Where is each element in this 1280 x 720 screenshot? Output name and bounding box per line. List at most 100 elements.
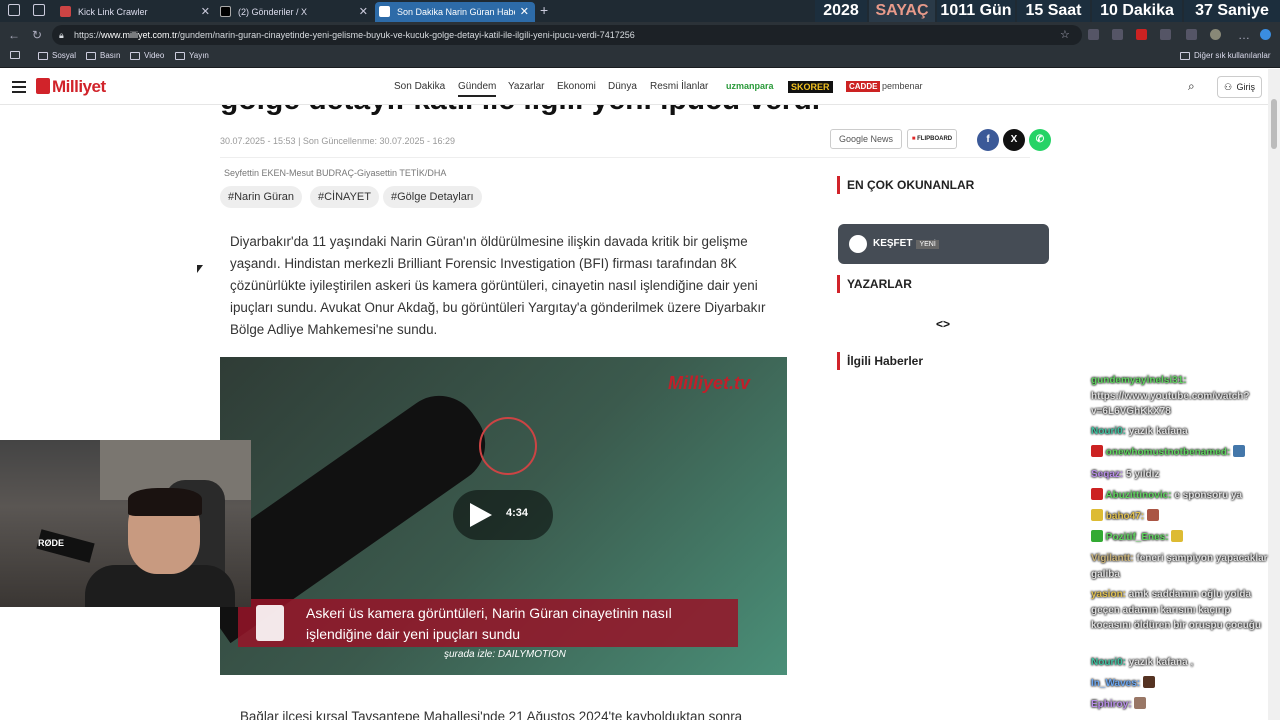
kick-favicon-icon [60, 6, 71, 17]
tab-actions-icon[interactable] [33, 4, 45, 16]
nav-dunya[interactable]: Dünya [608, 81, 637, 92]
related-news-heading: İlgili Haberler [837, 352, 923, 370]
nav-yazarlar[interactable]: Yazarlar [508, 81, 545, 92]
extension-icon[interactable] [1160, 29, 1171, 40]
kesfet-icon [849, 235, 867, 253]
nav-ekonomi[interactable]: Ekonomi [557, 81, 596, 92]
chat-message: Nouri0: yazık kafana , [1091, 655, 1269, 671]
tab-x-posts[interactable]: (2) Gönderiler / X ✕ [216, 2, 374, 22]
tab-milliyet[interactable]: Son Dakika Narin Güran Haberleri ✕ [375, 2, 535, 22]
tag-golge-detaylari[interactable]: #Gölge Detayları [383, 186, 482, 208]
whatsapp-share-icon[interactable]: ✆ [1029, 129, 1051, 151]
x-favicon-icon [220, 6, 231, 17]
profile-avatar[interactable] [1210, 29, 1221, 40]
bookmark-label: Sosyal [52, 51, 77, 60]
url-path: /gundem/narin-guran-cinayetinde-yeni-gel… [177, 30, 635, 40]
kesfet-label: KEŞFET [873, 238, 913, 249]
extension-icon[interactable] [1112, 29, 1123, 40]
emote-icon [1142, 676, 1155, 688]
brand-pembenar[interactable]: pembenar [882, 81, 923, 91]
x-share-icon[interactable]: X [1003, 129, 1025, 151]
bookmark-label: Diğer sık kullanılanlar [1194, 51, 1271, 60]
tab-title: Kick Link Crawler [78, 7, 148, 17]
scrollbar-thumb[interactable] [1271, 99, 1277, 149]
video-highlight-circle [479, 417, 537, 475]
video-player[interactable]: Milliyet.tv 4:34 Askeri üs kamera görünt… [220, 357, 787, 675]
favorites-icon[interactable] [1186, 29, 1197, 40]
brand-uzmanpara[interactable]: uzmanpara [726, 81, 774, 91]
brand-cadde[interactable]: CADDE [846, 81, 881, 92]
nav-resmi-ilanlar[interactable]: Resmi İlanlar [650, 81, 708, 92]
chat-username: Abuzittinovic: [1105, 490, 1172, 501]
divider [220, 157, 1030, 158]
chat-username: Ephiroy: [1091, 699, 1132, 710]
brand-skorer[interactable]: SKORER [788, 81, 833, 93]
badge-icon [1091, 530, 1103, 542]
bookmark-folder-sosyal[interactable]: Sosyal [38, 51, 76, 60]
video-caption: Askeri üs kamera görüntüleri, Narin Güra… [238, 599, 738, 647]
most-read-heading: EN ÇOK OKUNANLAR [837, 176, 974, 194]
url-scheme: https:// [74, 30, 102, 40]
copilot-icon[interactable] [1260, 29, 1271, 40]
hamburger-menu-icon[interactable] [12, 81, 26, 96]
counter-minutes: 10 Dakika [1092, 0, 1182, 22]
tab-kick-link-crawler[interactable]: Kick Link Crawler ✕ [56, 2, 216, 22]
bookmark-folder-yayin[interactable]: Yayın [175, 51, 209, 60]
more-icon[interactable]: … [1238, 28, 1250, 42]
video-source-link[interactable]: şurada izle: DAILYMOTION [444, 649, 566, 660]
extension-icon[interactable] [1136, 29, 1147, 40]
chat-message: Pozitif_Enes: [1091, 530, 1269, 546]
extension-icon[interactable] [1088, 29, 1099, 40]
tag-cinayet[interactable]: #CİNAYET [310, 186, 379, 208]
stream-chat-overlay: gundemyayinelsi31: https://www.youtube.c… [1088, 365, 1268, 720]
carousel-arrows-icon[interactable]: <> [936, 317, 950, 331]
close-tab-icon[interactable]: ✕ [359, 5, 368, 18]
search-icon[interactable]: ⌕ [1188, 79, 1195, 94]
bookmarks-toggle-icon[interactable] [10, 51, 20, 59]
webcam-person-hair [128, 488, 202, 516]
caption-line-1: Askeri üs kamera görüntüleri, Narin Güra… [306, 605, 672, 621]
page-scrollbar[interactable] [1268, 69, 1280, 720]
close-tab-icon[interactable]: ✕ [201, 5, 210, 18]
chat-message: Vigilantt: feneri şampiyon yapacaklar ga… [1091, 551, 1269, 582]
emote-icon [1146, 509, 1159, 521]
chat-message: Abuzittinovic: e sponsoru ya [1091, 488, 1269, 504]
tag-narin-guran[interactable]: #Narin Güran [220, 186, 303, 208]
milliyet-logo[interactable]: Milliyet [36, 77, 106, 97]
nav-son-dakika[interactable]: Son Dakika [394, 81, 445, 92]
bookmark-label: Video [144, 51, 165, 60]
badge-icon [1091, 488, 1103, 500]
bookmark-folder-video[interactable]: Video [130, 51, 164, 60]
milliyet-logo-icon [36, 78, 50, 94]
chat-username: onewhomustnotbenamed: [1105, 447, 1231, 458]
workspaces-icon[interactable] [8, 4, 20, 16]
nav-gundem[interactable]: Gündem [458, 81, 497, 97]
play-button[interactable]: 4:34 [453, 490, 553, 540]
chat-text: e sponsoru ya [1174, 490, 1243, 501]
chat-message: baho47: [1091, 509, 1269, 525]
login-button[interactable]: ⚇ Giriş [1217, 76, 1262, 98]
new-tab-icon[interactable]: + [540, 2, 548, 18]
chat-message: yasion: amk saddamın oğlu yolda geçen ad… [1091, 587, 1269, 634]
kesfet-button[interactable]: KEŞFET YENİ [838, 224, 1049, 264]
reload-icon[interactable]: ↻ [32, 28, 42, 42]
favorite-star-icon[interactable]: ☆ [1060, 28, 1070, 41]
counter-year: 2028 [815, 0, 867, 22]
facebook-share-icon[interactable]: f [977, 129, 999, 151]
google-news-button[interactable]: Google News [830, 129, 902, 149]
close-tab-icon[interactable]: ✕ [520, 5, 529, 18]
badge-icon [1091, 445, 1103, 457]
chat-username: In_Waves: [1091, 678, 1141, 689]
address-input[interactable]: 🔒︎ https://www.milliyet.com.tr/gundem/na… [52, 25, 1082, 45]
back-icon[interactable]: ← [8, 28, 20, 42]
folder-icon [130, 51, 140, 60]
new-badge: YENİ [916, 240, 939, 249]
bookmark-folder-basin[interactable]: Basın [86, 51, 120, 60]
folder-icon [1180, 51, 1190, 60]
counter-hours: 15 Saat [1017, 0, 1090, 22]
flipboard-button[interactable]: ■ FLIPBOARD [907, 129, 957, 149]
video-duration: 4:34 [506, 507, 529, 519]
login-label: Giriş [1236, 82, 1256, 92]
play-icon [470, 503, 492, 527]
other-bookmarks[interactable]: Diğer sık kullanılanlar [1180, 51, 1270, 60]
